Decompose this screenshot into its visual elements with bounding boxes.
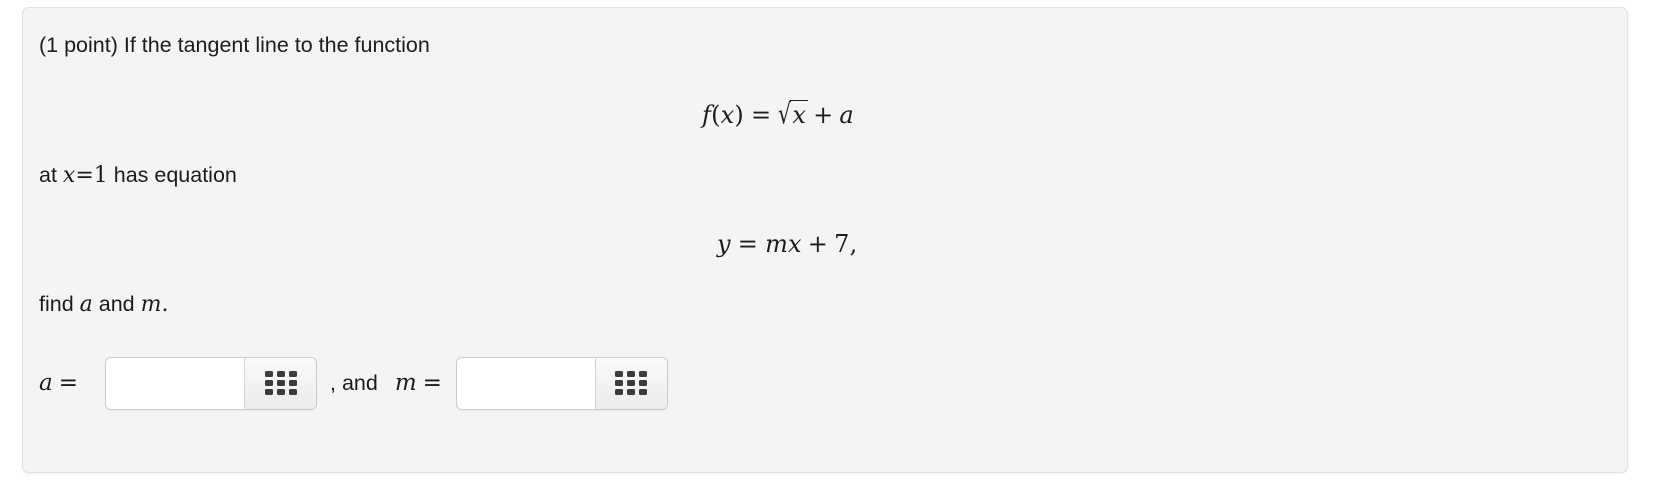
answer-input-a[interactable] bbox=[106, 357, 244, 409]
condition-value: 1 bbox=[93, 163, 108, 188]
answer-label-a-variable: a bbox=[39, 370, 53, 396]
radicand-text: x bbox=[792, 101, 807, 129]
task-prefix: find bbox=[39, 292, 80, 316]
equation-tangent-line: y = mx +7, bbox=[717, 230, 857, 258]
answer-label-a-equals: = bbox=[58, 370, 78, 396]
radical-sign: √ bbox=[778, 97, 792, 131]
equation-y-variable: x bbox=[788, 230, 802, 258]
equation-y-lhs: y bbox=[717, 230, 731, 258]
answer-label-m-equals: = bbox=[422, 370, 442, 396]
answer-label-a: a = bbox=[39, 370, 78, 396]
equation-y-intercept: 7 bbox=[834, 230, 850, 258]
task-second-unknown: m bbox=[140, 292, 162, 317]
answer-separator-text: , and bbox=[330, 370, 378, 395]
radical-overbar bbox=[790, 100, 809, 102]
equation-f-rparen: ) bbox=[734, 101, 744, 129]
equation-y-slope: m bbox=[765, 230, 789, 258]
equation-f-operator: + bbox=[813, 101, 834, 129]
problem-statement-intro: (1 point) If the tangent line to the fun… bbox=[39, 33, 430, 57]
equation-y-trailing-comma: , bbox=[849, 230, 858, 258]
equation-f-lparen: ( bbox=[711, 101, 721, 129]
answer-label-m-variable: m bbox=[394, 370, 417, 396]
problem-panel: (1 point) If the tangent line to the fun… bbox=[22, 7, 1628, 473]
keypad-grid-icon bbox=[264, 371, 297, 395]
equation-f-constant: a bbox=[839, 101, 854, 129]
square-root-icon: √ x bbox=[778, 97, 809, 131]
equation-f-lhs: f bbox=[702, 101, 712, 129]
equation-function-definition: f(x) = √ x + a bbox=[702, 99, 854, 129]
answer-label-m: m = bbox=[395, 370, 442, 396]
keypad-button-m[interactable] bbox=[594, 357, 667, 409]
keypad-grid-icon bbox=[615, 371, 648, 395]
condition-variable: x bbox=[62, 163, 76, 188]
task-first-unknown: a bbox=[79, 292, 93, 317]
answer-input-m[interactable] bbox=[456, 357, 595, 409]
task-period: . bbox=[161, 292, 169, 317]
task-conjunction: and bbox=[92, 292, 141, 316]
problem-panel-content: (1 point) If the tangent line to the fun… bbox=[23, 8, 1627, 472]
condition-suffix: has equation bbox=[107, 163, 237, 187]
condition-relation: = bbox=[75, 163, 94, 188]
equation-f-argument: x bbox=[720, 101, 735, 129]
problem-statement-task: find a and m. bbox=[39, 292, 168, 318]
equation-y-relation: = bbox=[737, 230, 759, 258]
problem-statement-condition: at x=1 has equation bbox=[39, 163, 237, 189]
radicand: x bbox=[790, 99, 809, 129]
equation-f-relation: = bbox=[751, 101, 772, 129]
equation-y-operator: + bbox=[807, 230, 829, 258]
answer-input-group-m bbox=[455, 356, 668, 410]
answer-row: a = , and m = bbox=[39, 351, 668, 415]
answer-input-group-a bbox=[105, 356, 317, 410]
condition-prefix: at bbox=[39, 163, 63, 187]
keypad-button-a[interactable] bbox=[244, 357, 316, 409]
